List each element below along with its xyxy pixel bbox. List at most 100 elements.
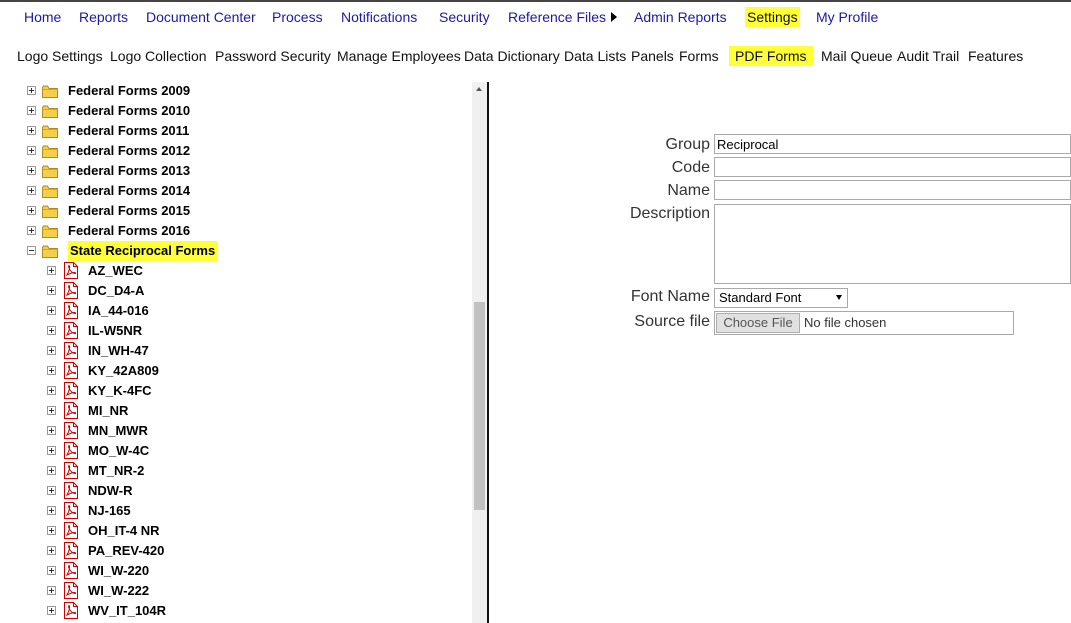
subnav-mail-queue[interactable]: Mail Queue [821,46,893,66]
tree-form-row[interactable]: WI_W-222 [0,581,472,601]
tree-form-label[interactable]: OH_IT-4 NR [88,521,160,541]
tree-folder-label[interactable]: Federal Forms 2011 [68,121,189,141]
expand-toggle-icon[interactable] [27,206,36,215]
tree-folder-label[interactable]: Federal Forms 2010 [68,101,190,121]
tree-form-label[interactable]: NDW-R [88,481,133,501]
expand-toggle-icon[interactable] [27,166,36,175]
tree-folder-label[interactable]: Federal Forms 2013 [68,161,190,181]
tree-form-row[interactable]: IA_44-016 [0,301,472,321]
subnav-logo-collection[interactable]: Logo Collection [110,46,207,66]
subnav-panels[interactable]: Panels [631,46,674,66]
expand-toggle-icon[interactable] [27,186,36,195]
tree-folder-label[interactable]: Federal Forms 2012 [68,141,190,161]
tree-form-label[interactable]: KY_42A809 [88,361,159,381]
tree-folder-label[interactable]: Federal Forms 2014 [68,181,190,201]
scroll-up-arrow-icon[interactable] [472,82,487,97]
tree-form-label[interactable]: AZ_WEC [88,261,143,281]
tree-form-row[interactable]: WI_W-220 [0,561,472,581]
subnav-features[interactable]: Features [968,46,1023,66]
nav-document-center[interactable]: Document Center [146,7,256,27]
nav-settings[interactable]: Settings [745,7,800,27]
tree-form-row[interactable]: AZ_WEC [0,261,472,281]
tree-folder-row[interactable]: Federal Forms 2016 [0,221,472,241]
expand-toggle-icon[interactable] [47,546,56,555]
tree-form-row[interactable]: KY_42A809 [0,361,472,381]
nav-reference-files[interactable]: Reference Files [508,7,618,27]
code-field[interactable] [714,157,1071,177]
nav-security[interactable]: Security [439,7,490,27]
tree-folder-row[interactable]: State Reciprocal Forms [0,241,472,261]
tree-form-row[interactable]: WV_IT_104R [0,601,472,621]
source-file-input[interactable]: Choose File No file chosen [714,311,1014,335]
nav-process[interactable]: Process [272,7,323,27]
tree-folder-row[interactable]: Federal Forms 2013 [0,161,472,181]
description-field[interactable] [714,204,1071,284]
tree-form-label[interactable]: WV_IT_104R [88,601,166,621]
tree-folder-label[interactable]: Federal Forms 2015 [68,201,190,221]
tree-form-label[interactable]: IA_44-016 [88,301,149,321]
tree-form-row[interactable]: DC_D4-A [0,281,472,301]
expand-toggle-icon[interactable] [47,466,56,475]
expand-toggle-icon[interactable] [27,126,36,135]
expand-toggle-icon[interactable] [47,306,56,315]
nav-notifications[interactable]: Notifications [341,7,417,27]
tree-folder-row[interactable]: Federal Forms 2015 [0,201,472,221]
choose-file-button[interactable]: Choose File [716,313,800,333]
nav-my-profile[interactable]: My Profile [816,7,878,27]
subnav-data-dictionary[interactable]: Data Dictionary [464,46,560,66]
tree-form-row[interactable]: MN_MWR [0,421,472,441]
tree-form-label[interactable]: WI_W-222 [88,581,149,601]
tree-form-label[interactable]: MN_MWR [88,421,148,441]
expand-toggle-icon[interactable] [27,146,36,155]
tree-form-label[interactable]: WI_W-220 [88,561,149,581]
tree-folder-row[interactable]: Federal Forms 2011 [0,121,472,141]
tree-folder-row[interactable]: Federal Forms 2014 [0,181,472,201]
nav-reports[interactable]: Reports [79,7,128,27]
tree-form-row[interactable]: MO_W-4C [0,441,472,461]
tree-form-label[interactable]: KY_K-4FC [88,381,152,401]
tree-form-label[interactable]: NJ-165 [88,501,131,521]
tree-form-row[interactable]: OH_IT-4 NR [0,521,472,541]
expand-toggle-icon[interactable] [47,426,56,435]
tree-scrollbar[interactable] [472,82,487,623]
expand-toggle-icon[interactable] [47,326,56,335]
expand-toggle-icon[interactable] [47,346,56,355]
tree-folder-row[interactable]: Federal Forms 2012 [0,141,472,161]
expand-toggle-icon[interactable] [47,366,56,375]
tree-form-label[interactable]: MT_NR-2 [88,461,144,481]
expand-toggle-icon[interactable] [47,486,56,495]
tree-form-row[interactable]: IN_WH-47 [0,341,472,361]
tree-form-row[interactable]: PA_REV-420 [0,541,472,561]
tree-form-row[interactable]: NDW-R [0,481,472,501]
font-name-select[interactable]: Standard Font [714,288,848,308]
tree-form-label[interactable]: MO_W-4C [88,441,149,461]
collapse-toggle-icon[interactable] [27,246,36,255]
tree-form-row[interactable]: NJ-165 [0,501,472,521]
subnav-audit-trail[interactable]: Audit Trail [897,46,959,66]
expand-toggle-icon[interactable] [27,226,36,235]
expand-toggle-icon[interactable] [47,526,56,535]
expand-toggle-icon[interactable] [47,286,56,295]
subnav-forms[interactable]: Forms [679,46,719,66]
expand-toggle-icon[interactable] [47,406,56,415]
subnav-pdf-forms[interactable]: PDF Forms [729,46,813,66]
nav-home[interactable]: Home [24,7,61,27]
expand-toggle-icon[interactable] [27,106,36,115]
expand-toggle-icon[interactable] [47,586,56,595]
expand-toggle-icon[interactable] [47,386,56,395]
expand-toggle-icon[interactable] [47,506,56,515]
tree-form-label[interactable]: MI_NR [88,401,128,421]
tree-form-row[interactable]: MI_NR [0,401,472,421]
group-field[interactable] [714,134,1071,154]
expand-toggle-icon[interactable] [47,266,56,275]
tree-folder-label[interactable]: Federal Forms 2009 [68,81,190,101]
tree-form-label[interactable]: PA_REV-420 [88,541,164,561]
tree-folder-label[interactable]: State Reciprocal Forms [68,241,218,261]
tree-form-row[interactable]: MT_NR-2 [0,461,472,481]
tree-form-label[interactable]: DC_D4-A [88,281,144,301]
subnav-data-lists[interactable]: Data Lists [564,46,626,66]
scroll-thumb[interactable] [474,302,485,510]
subnav-manage-employees[interactable]: Manage Employees [337,46,461,66]
subnav-password-security[interactable]: Password Security [215,46,331,66]
expand-toggle-icon[interactable] [47,446,56,455]
